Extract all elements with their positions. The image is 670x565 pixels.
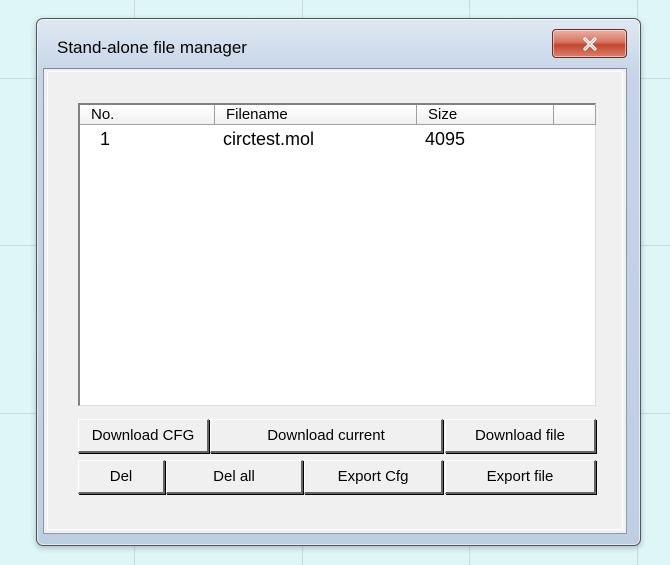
column-header-empty <box>554 105 596 125</box>
column-header-filename[interactable]: Filename <box>215 105 417 125</box>
column-header-no[interactable]: No. <box>80 105 215 125</box>
row-number: 1 <box>100 129 111 149</box>
download-file-button[interactable]: Download file <box>445 419 596 453</box>
download-current-button[interactable]: Download current <box>210 419 443 453</box>
close-icon <box>582 36 597 51</box>
close-button[interactable] <box>552 29 627 58</box>
window-title: Stand-alone file manager <box>57 38 247 57</box>
export-cfg-button[interactable]: Export Cfg <box>304 460 443 494</box>
column-header-size[interactable]: Size <box>417 105 554 125</box>
del-all-button[interactable]: Del all <box>166 460 303 494</box>
row-size: 4095 <box>425 129 466 149</box>
export-file-button[interactable]: Export file <box>445 460 596 494</box>
download-cfg-button[interactable]: Download CFG <box>78 419 209 453</box>
file-list[interactable]: No. Filename Size 1 circtest.mol 4095 <box>78 103 596 406</box>
row-filename: circtest.mol <box>223 129 315 149</box>
del-button[interactable]: Del <box>78 460 165 494</box>
list-header: No. Filename Size <box>80 105 596 125</box>
